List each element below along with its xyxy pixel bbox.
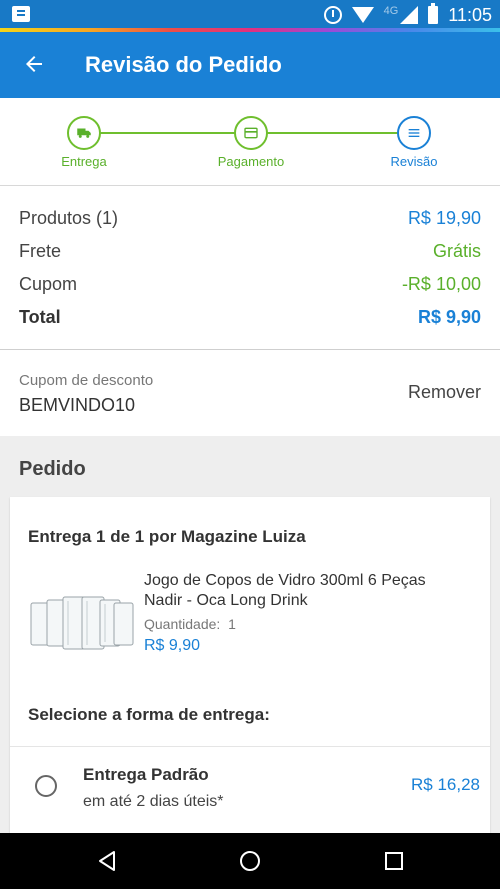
home-circle-icon[interactable] xyxy=(238,849,262,873)
summary-label: Frete xyxy=(19,241,62,261)
remove-coupon-button[interactable]: Remover xyxy=(408,382,481,403)
checkout-stepper: Entrega Pagamento Revisão xyxy=(0,98,500,186)
status-time: 11:05 xyxy=(448,4,492,25)
shipping-option-description: em até 2 dias úteis* xyxy=(83,793,224,810)
divider xyxy=(0,349,500,350)
status-bar: 4G 11:05 xyxy=(0,0,500,30)
summary-value: R$ 9,90 xyxy=(417,307,481,327)
step-label: Entrega xyxy=(61,154,107,169)
summary-value: R$ 19,90 xyxy=(407,208,481,228)
divider xyxy=(10,746,490,747)
summary-value: -R$ 10,00 xyxy=(401,274,481,294)
step-revisao[interactable]: Revisão xyxy=(354,116,474,169)
summary-total: Total R$ 9,90 xyxy=(19,307,481,337)
order-heading: Pedido xyxy=(19,458,86,480)
system-nav-bar xyxy=(0,833,500,889)
shipping-heading: Selecione a forma de entrega: xyxy=(28,705,270,724)
alarm-icon xyxy=(323,6,342,24)
battery-icon xyxy=(428,3,439,24)
truck-icon xyxy=(67,116,101,150)
app-bar: Revisão do Pedido xyxy=(0,32,500,98)
product-name: Jogo de Copos de Vidro 300ml 6 Peças Nad… xyxy=(144,572,426,609)
credit-card-icon xyxy=(234,116,268,150)
back-arrow-icon[interactable] xyxy=(22,52,46,76)
product-image xyxy=(30,596,134,650)
product-quantity: Quantidade: 1 xyxy=(144,616,236,632)
step-entrega[interactable]: Entrega xyxy=(24,116,144,169)
shipping-option-name[interactable]: Entrega Padrão xyxy=(83,765,209,785)
step-pagamento[interactable]: Pagamento xyxy=(191,116,311,169)
quantity-value: 1 xyxy=(228,616,236,632)
network-type: 4G xyxy=(383,5,399,17)
page-title: Revisão do Pedido xyxy=(85,52,282,77)
shipping-option-price: R$ 16,28 xyxy=(411,775,480,794)
quantity-label: Quantidade: xyxy=(144,616,221,632)
delivery-card: Entrega 1 de 1 por Magazine Luiza Jogo d… xyxy=(10,497,490,837)
product-price: R$ 9,90 xyxy=(144,637,201,654)
recents-square-icon[interactable] xyxy=(382,849,406,873)
delivery-heading: Entrega 1 de 1 por Magazine Luiza xyxy=(28,527,306,546)
step-label: Pagamento xyxy=(217,154,285,169)
summary-label: Cupom xyxy=(19,274,78,294)
coupon-label: Cupom de desconto xyxy=(19,372,154,389)
summary-label: Produtos (1) xyxy=(19,208,119,228)
summary-cupom: Cupom -R$ 10,00 xyxy=(19,274,481,304)
shipping-radio[interactable] xyxy=(35,775,57,797)
summary-produtos: Produtos (1) R$ 19,90 xyxy=(19,208,481,238)
step-label: Revisão xyxy=(390,154,438,169)
summary-label: Total xyxy=(19,307,61,327)
notification-icon xyxy=(12,6,30,22)
coupon-code: BEMVINDO10 xyxy=(19,395,136,415)
signal-icon xyxy=(400,6,419,24)
summary-value: Grátis xyxy=(432,241,481,261)
wifi-icon xyxy=(351,7,374,23)
summary-frete: Frete Grátis xyxy=(19,241,481,271)
back-triangle-icon[interactable] xyxy=(95,849,119,873)
list-icon xyxy=(397,116,431,150)
